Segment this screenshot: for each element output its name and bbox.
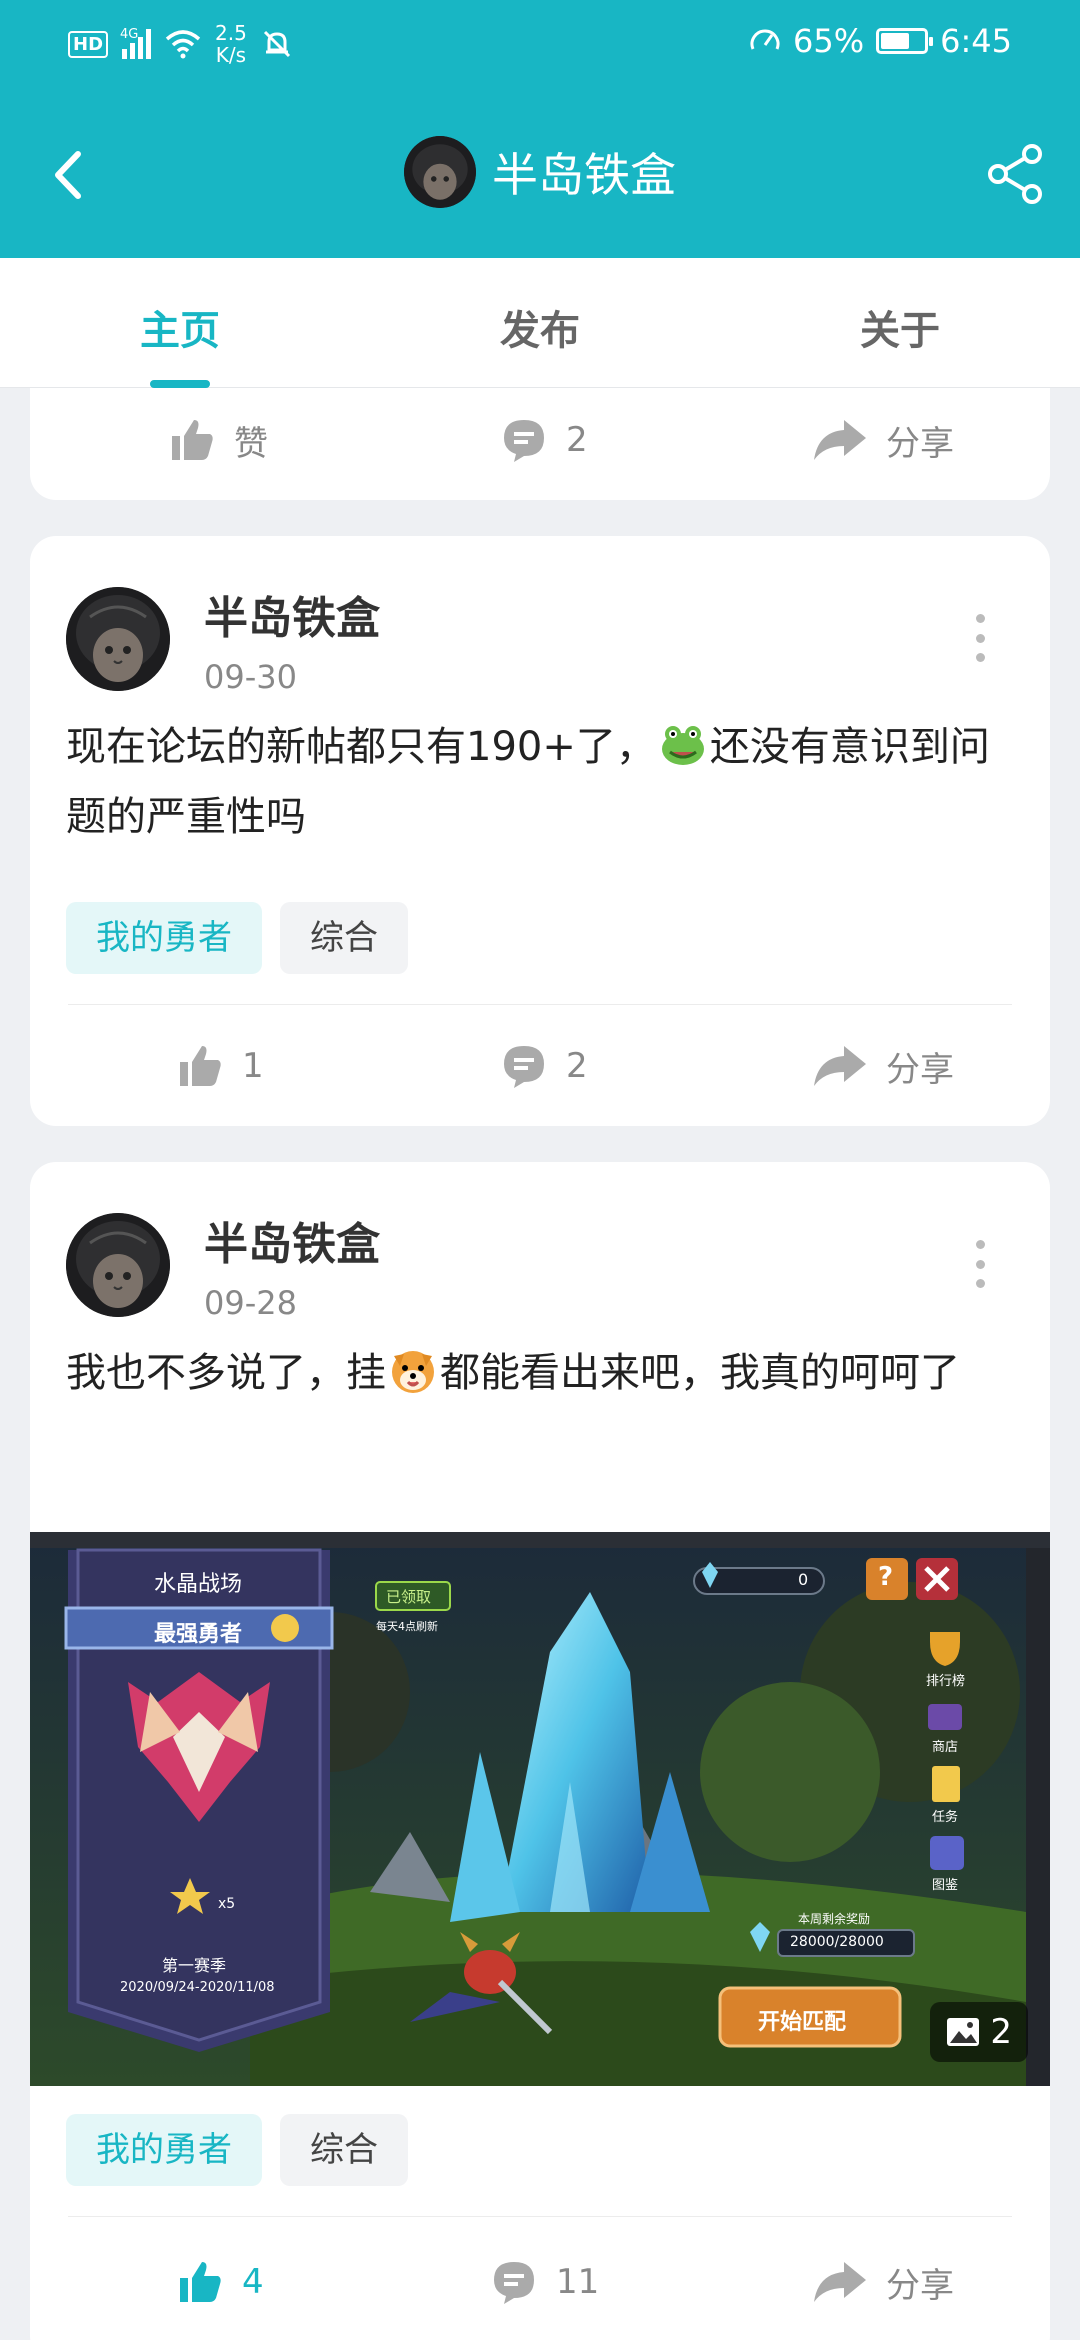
tag-general[interactable]: 综合 [280, 902, 408, 974]
share-button[interactable]: 分享 [812, 1006, 954, 1126]
author-name: 半岛铁盒 [204, 593, 380, 644]
share-arrow-icon [814, 2262, 866, 2302]
post-date: 09-30 [204, 658, 297, 696]
game-menu-shop: 商店 [932, 1740, 959, 1755]
like-button[interactable]: 赞 [168, 388, 268, 500]
game-crystal-count: 0 [798, 1570, 809, 1589]
thumbs-up-icon [180, 1046, 221, 1086]
tag-general[interactable]: 综合 [280, 2114, 408, 2186]
post-tags: 我的勇者 综合 [66, 2114, 408, 2186]
game-season: 第一赛季 [162, 1956, 227, 1975]
post-tags: 我的勇者 综合 [66, 902, 408, 974]
thumbs-up-icon [180, 2262, 221, 2302]
header-avatar [404, 136, 476, 208]
post-date: 09-28 [204, 1284, 297, 1322]
post-card[interactable]: 半岛铁盒 09-28 我也不多说了，挂 都能看出来吧，我真的呵呵了 水晶战场 最… [30, 1162, 1050, 2340]
battery-percent: 65% [793, 22, 865, 60]
tag-my-hero[interactable]: 我的勇者 [66, 2114, 262, 2186]
game-start-button: 开始匹配 [758, 2010, 847, 2035]
game-rank-label: 最强勇者 [154, 1622, 243, 1647]
more-options-icon[interactable] [970, 614, 990, 662]
game-panel-title: 水晶战场 [154, 1572, 243, 1597]
status-bar: HD 4G 2.5 K/s 65% 6:45 [0, 0, 1080, 92]
share-icon[interactable] [982, 140, 1050, 208]
like-button[interactable]: 4 [176, 2222, 264, 2340]
like-button[interactable]: 1 [176, 1006, 264, 1126]
post-author[interactable]: 半岛铁盒 09-28 [66, 1208, 380, 1322]
comment-icon [504, 1046, 544, 1088]
speed-gauge-icon [750, 29, 780, 50]
game-help-icon: ? [878, 1562, 894, 1592]
post-actions: 赞 2 分享 [30, 388, 1050, 500]
post-actions: 4 11 分享 [30, 2222, 1050, 2340]
share-arrow-icon [814, 420, 866, 460]
game-menu-leaderboard: 排行榜 [926, 1674, 966, 1689]
post-author[interactable]: 半岛铁盒 09-30 [66, 582, 380, 696]
game-reward-label: 本周剩余奖励 [798, 1912, 871, 1926]
share-button[interactable]: 分享 [812, 388, 954, 500]
avatar[interactable] [66, 587, 170, 691]
tab-bar: 主页 发布 关于 [0, 258, 1080, 388]
post-text[interactable]: 我也不多说了，挂 都能看出来吧，我真的呵呵了 [66, 1338, 1014, 1408]
comment-icon [494, 2262, 534, 2304]
network-speed: 2.5 K/s [215, 21, 247, 67]
image-count-badge[interactable]: 2 [930, 2002, 1028, 2062]
wifi-icon [165, 30, 201, 59]
post-image[interactable]: 水晶战场 最强勇者 x5 第一赛季 2020/09/24-2020/11/08 … [30, 1532, 1050, 2086]
share-arrow-icon [814, 1046, 866, 1086]
app-header: HD 4G 2.5 K/s 65% 6:45 半岛铁盒 [0, 0, 1080, 258]
game-season-dates: 2020/09/24-2020/11/08 [120, 1980, 275, 1995]
post-card-partial: 赞 2 分享 [30, 388, 1050, 500]
author-name: 半岛铁盒 [204, 1219, 380, 1270]
mute-icon [263, 30, 290, 58]
game-menu-tasks: 任务 [932, 1810, 959, 1825]
divider [68, 2216, 1012, 2217]
hd-indicator: HD [68, 30, 109, 58]
share-button[interactable]: 分享 [812, 2222, 954, 2340]
game-claimed: 已领取 [386, 1588, 432, 1606]
comment-button[interactable]: 2 [500, 388, 588, 500]
post-actions: 1 2 分享 [30, 1006, 1050, 1126]
nav-bar: 半岛铁盒 [0, 100, 1080, 250]
game-menu-codex: 图鉴 [932, 1878, 959, 1893]
more-options-icon[interactable] [970, 1240, 990, 1288]
frog-emoji-icon [660, 720, 706, 766]
tag-my-hero[interactable]: 我的勇者 [66, 902, 262, 974]
thumbs-up-icon [172, 420, 213, 460]
battery-icon [876, 28, 934, 54]
comment-button[interactable]: 11 [490, 2222, 599, 2340]
post-card[interactable]: 半岛铁盒 09-30 现在论坛的新帖都只有190+了， 还没有意识到问题的严重性吗… [30, 536, 1050, 1126]
tab-about[interactable]: 关于 [800, 298, 1000, 356]
dog-emoji-icon [390, 1346, 436, 1393]
avatar[interactable] [66, 1213, 170, 1317]
comment-icon [504, 420, 544, 462]
game-star-count: x5 [218, 1896, 236, 1912]
game-reward-value: 28000/28000 [790, 1934, 884, 1950]
signal-icon: 4G [120, 27, 152, 59]
divider [68, 1004, 1012, 1005]
post-text[interactable]: 现在论坛的新帖都只有190+了， 还没有意识到问题的严重性吗 [66, 712, 1014, 852]
page-title: 半岛铁盒 [492, 148, 676, 202]
tab-home[interactable]: 主页 [80, 298, 280, 356]
game-refresh: 每天4点刷新 [376, 1620, 438, 1633]
clock: 6:45 [940, 22, 1012, 60]
comment-button[interactable]: 2 [500, 1006, 588, 1126]
tab-publish[interactable]: 发布 [440, 298, 640, 356]
tab-indicator [150, 380, 210, 388]
image-icon [947, 2018, 980, 2046]
